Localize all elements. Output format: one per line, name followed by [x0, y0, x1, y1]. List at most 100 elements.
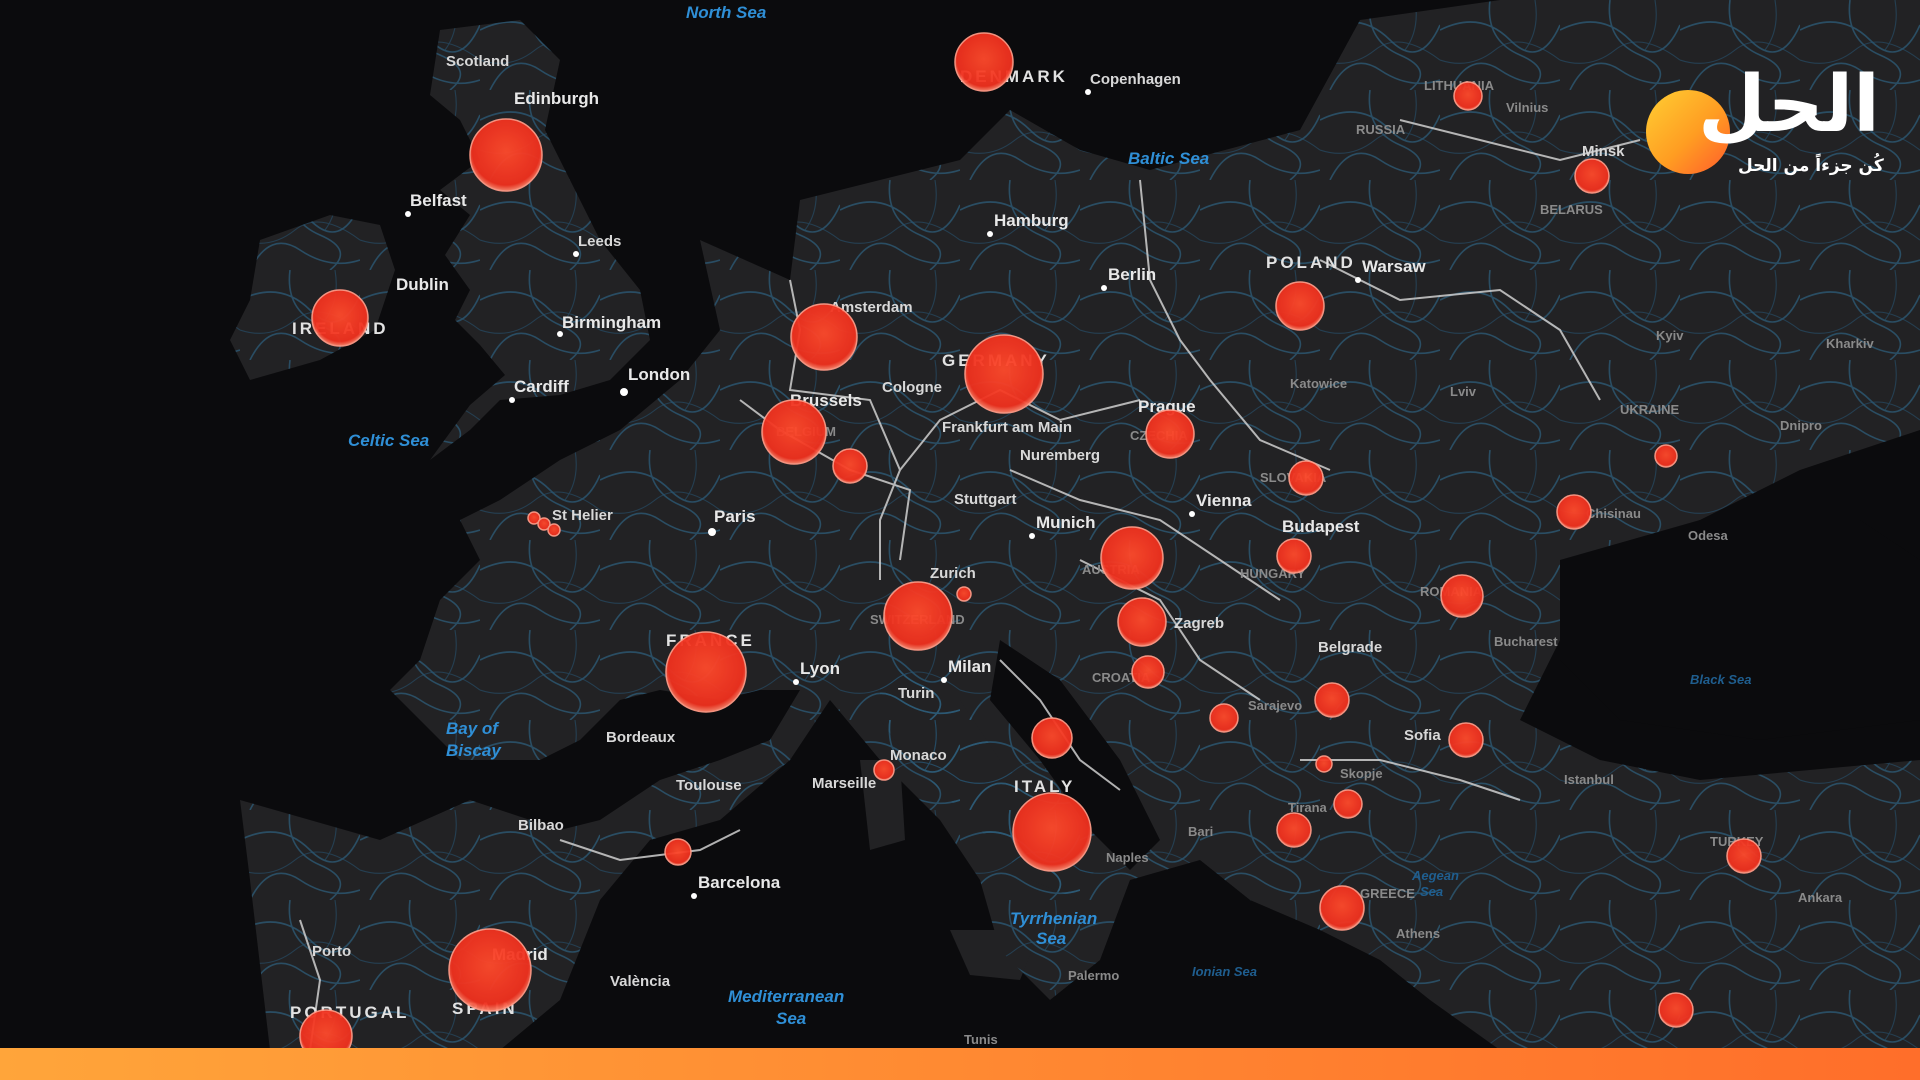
hotspot-greece [1319, 885, 1365, 931]
dot-barcelona [691, 893, 697, 899]
logo-wordmark: الحل [1698, 60, 1880, 150]
dot-london [620, 388, 628, 396]
label-valencia: València [610, 973, 671, 990]
hotspot-hungary [1276, 538, 1312, 574]
hotspot-ireland [311, 289, 369, 347]
dot-warsaw [1355, 277, 1361, 283]
label-greece: GREECE [1360, 886, 1415, 901]
label-nuremberg: Nuremberg [1020, 447, 1100, 464]
footer-gradient-bar [0, 1048, 1920, 1080]
hotspot-austria [1100, 526, 1164, 590]
label-biscay-1: Bay of [446, 719, 500, 738]
label-belgrade: Belgrade [1318, 639, 1382, 656]
label-tyrrhenian-1: Tyrrhenian [1010, 909, 1097, 928]
hotspot-slovenia [1117, 597, 1167, 647]
hotspot-amsterdam [790, 303, 858, 371]
label-biscay-2: Biscay [446, 741, 502, 760]
label-lviv: Lviv [1450, 384, 1477, 399]
hotspot-france [665, 631, 747, 713]
hotspot-slovakia [1288, 460, 1324, 496]
label-berlin: Berlin [1108, 265, 1156, 284]
label-budapest: Budapest [1282, 517, 1360, 536]
dot-hamburg [987, 231, 993, 237]
label-barcelona: Barcelona [698, 873, 781, 892]
label-cardiff: Cardiff [514, 377, 569, 396]
hotspot-spain [448, 928, 532, 1012]
label-lyon: Lyon [800, 659, 840, 678]
hotspot-ukraine [1654, 444, 1678, 468]
hotspot-corsica [1031, 717, 1073, 759]
label-st-helier: St Helier [552, 507, 613, 524]
dot-leeds [573, 251, 579, 257]
label-toulouse: Toulouse [676, 777, 742, 794]
brand-logo: الحل كُن جزءاً من الحل [1640, 66, 1884, 180]
dot-copenhagen [1085, 89, 1091, 95]
hotspot-switzerland [883, 581, 953, 651]
dot-belfast [405, 211, 411, 217]
label-porto: Porto [312, 943, 351, 960]
label-paris: Paris [714, 507, 756, 526]
label-munich: Munich [1036, 513, 1096, 532]
label-kyiv: Kyiv [1656, 328, 1684, 343]
label-vilnius: Vilnius [1506, 100, 1548, 115]
hotspot-denmark [954, 32, 1014, 92]
hotspot-bulgaria [1448, 722, 1484, 758]
dot-lyon [793, 679, 799, 685]
label-minsk: Minsk [1582, 143, 1625, 160]
black-sea [1560, 520, 1920, 740]
hotspot-andorra [664, 838, 692, 866]
hotspot-czechia [1145, 409, 1195, 459]
label-frankfurt: Frankfurt am Main [942, 419, 1072, 436]
label-ankara: Ankara [1798, 890, 1843, 905]
label-aegean-1: Aegean [1411, 868, 1459, 883]
label-skopje: Skopje [1340, 766, 1383, 781]
label-copenhagen: Copenhagen [1090, 71, 1181, 88]
label-athens: Athens [1396, 926, 1440, 941]
map-screenshot: North Sea Scotland Edinburgh Belfast Lee… [0, 0, 1920, 1080]
dot-berlin [1101, 285, 1107, 291]
dot-cardiff [509, 397, 515, 403]
hotspot-serbia [1314, 682, 1350, 718]
label-london: London [628, 365, 690, 384]
label-bari: Bari [1188, 824, 1213, 839]
hotspot-bosnia [1209, 703, 1239, 733]
label-bordeaux: Bordeaux [606, 729, 676, 746]
label-dublin: Dublin [396, 275, 449, 294]
hotspot-albania [1276, 812, 1312, 848]
hotspot-lithuania [1453, 81, 1483, 111]
label-warsaw: Warsaw [1362, 257, 1426, 276]
label-aegean-2: Sea [1420, 884, 1443, 899]
label-mediterranean-1: Mediterranean [728, 987, 844, 1006]
hotspot-moldova [1556, 494, 1592, 530]
label-black-sea: Black Sea [1690, 672, 1751, 687]
label-sofia: Sofia [1404, 727, 1441, 744]
label-chisinau: Chisinau [1586, 506, 1641, 521]
label-katowice: Katowice [1290, 376, 1347, 391]
hotspot-jersey-3 [547, 523, 561, 537]
hotspot-luxembourg [832, 448, 868, 484]
dot-milan [941, 677, 947, 683]
label-istanbul: Istanbul [1564, 772, 1614, 787]
hotspot-turkey [1726, 838, 1762, 874]
label-bucharest: Bucharest [1494, 634, 1558, 649]
europe-map: North Sea Scotland Edinburgh Belfast Lee… [230, 0, 1920, 1063]
label-ionian-sea: Ionian Sea [1192, 964, 1257, 979]
hotspot-turkey-south [1658, 992, 1694, 1028]
hotspot-belgium [761, 399, 827, 465]
label-dnipro: Dnipro [1780, 418, 1822, 433]
hotspot-croatia [1131, 655, 1165, 689]
label-edinburgh: Edinburgh [514, 89, 599, 108]
label-kharkiv: Kharkiv [1826, 336, 1874, 351]
label-marseille: Marseille [812, 775, 876, 792]
label-stuttgart: Stuttgart [954, 491, 1017, 508]
label-vienna: Vienna [1196, 491, 1252, 510]
label-scotland: Scotland [446, 53, 509, 70]
label-baltic-sea: Baltic Sea [1128, 149, 1209, 168]
label-north-sea: North Sea [686, 3, 766, 22]
logo-tagline: كُن جزءاً من الحل [1738, 156, 1884, 176]
label-sarajevo: Sarajevo [1248, 698, 1302, 713]
hotspot-italy [1012, 792, 1092, 872]
label-russia: RUSSIA [1356, 122, 1406, 137]
hotspot-liechtenstein [956, 586, 972, 602]
hotspot-macedonia [1333, 789, 1363, 819]
